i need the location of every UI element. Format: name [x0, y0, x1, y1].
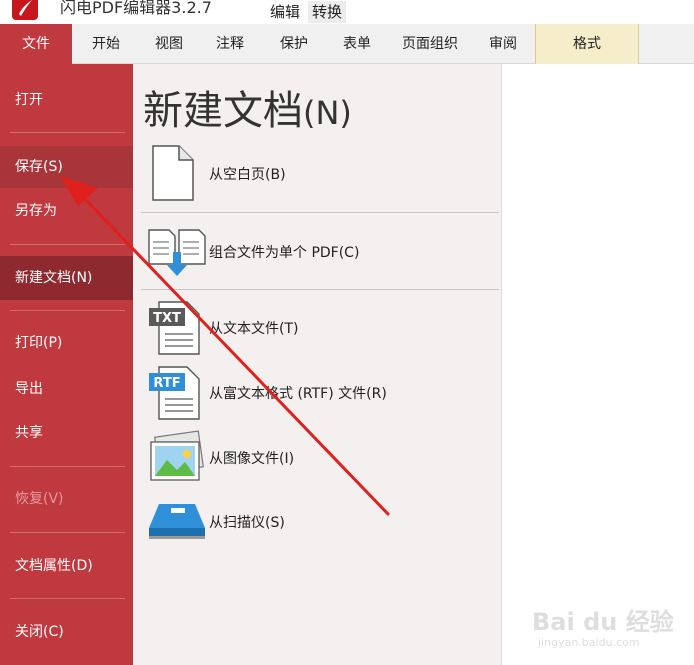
sidebar-document-properties[interactable]: 文档属性(D): [0, 549, 133, 583]
sidebar-print[interactable]: 打印(P): [0, 326, 133, 360]
option-from-text-file-label: 从文本文件(T): [209, 321, 299, 337]
menu-file[interactable]: 文件: [0, 24, 72, 64]
option-from-rtf-file-label: 从富文本格式 (RTF) 文件(R): [209, 386, 387, 402]
option-from-image-file[interactable]: 从图像文件(I): [147, 428, 487, 486]
menu-page-organize[interactable]: 页面组织: [388, 24, 472, 64]
baidu-jingyan-watermark: Bai du 经验 jingyan.baidu.com: [532, 600, 682, 656]
panel-divider: [141, 212, 499, 213]
context-tab-edit[interactable]: 编辑: [266, 1, 304, 23]
preview-area: [501, 64, 694, 665]
blank-page-icon: [147, 144, 207, 202]
sidebar-save-as[interactable]: 另存为: [0, 194, 133, 228]
sidebar-new-document[interactable]: 新建文档(N): [0, 256, 133, 300]
watermark-url: jingyan.baidu.com: [538, 636, 640, 649]
sidebar-divider: [10, 532, 125, 533]
app-title: 闪电PDF编辑器3.2.7: [60, 0, 212, 17]
app-logo-icon: [12, 0, 38, 20]
panel-title-text: 新建文档: [143, 88, 303, 134]
new-document-panel: 新建文档(N) 从空白页(B) 组合文件为单个 PDF(C) TXT 从文本文件…: [133, 64, 501, 665]
text-file-icon: TXT: [147, 298, 207, 356]
file-sidebar: 打开 保存(S) 另存为 新建文档(N) 打印(P) 导出 共享 恢复(V) 文…: [0, 64, 133, 665]
context-tabs: 编辑 转换: [266, 1, 347, 23]
sidebar-divider: [10, 132, 125, 133]
panel-title-mnemonic: (N): [303, 94, 352, 132]
panel-divider: [141, 289, 499, 290]
sidebar-divider: [10, 244, 125, 245]
sidebar-save[interactable]: 保存(S): [0, 146, 133, 188]
image-file-icon: [147, 428, 207, 486]
menu-view[interactable]: 视图: [140, 24, 198, 64]
menu-form[interactable]: 表单: [326, 24, 388, 64]
option-blank-page-label: 从空白页(B): [209, 167, 286, 183]
ribbon-menu-bar: 文件 开始 视图 注释 保护 表单 页面组织 审阅 格式: [0, 24, 694, 64]
text-file-icon-label: TXT: [153, 311, 181, 326]
sidebar-divider: [10, 310, 125, 311]
option-from-text-file[interactable]: TXT 从文本文件(T): [147, 298, 487, 356]
option-from-scanner-label: 从扫描仪(S): [209, 515, 285, 531]
sidebar-close[interactable]: 关闭(C): [0, 615, 133, 649]
option-from-scanner[interactable]: 从扫描仪(S): [147, 492, 487, 550]
menu-protect[interactable]: 保护: [262, 24, 326, 64]
option-from-rtf-file[interactable]: RTF 从富文本格式 (RTF) 文件(R): [147, 363, 487, 421]
option-from-image-file-label: 从图像文件(I): [209, 451, 295, 467]
menu-annotate[interactable]: 注释: [198, 24, 262, 64]
menu-format[interactable]: 格式: [535, 24, 639, 64]
sidebar-divider: [10, 598, 125, 599]
sidebar-export[interactable]: 导出: [0, 372, 133, 406]
rtf-file-icon-label: RTF: [153, 376, 180, 391]
option-blank-page[interactable]: 从空白页(B): [147, 144, 487, 202]
option-combine-files-label: 组合文件为单个 PDF(C): [209, 245, 360, 261]
sidebar-divider: [10, 466, 125, 467]
scanner-icon: [147, 492, 207, 550]
watermark-brand: Bai du 经验: [532, 608, 674, 636]
context-tab-convert[interactable]: 转换: [308, 1, 347, 23]
panel-title: 新建文档(N): [143, 78, 352, 136]
menu-review[interactable]: 审阅: [472, 24, 534, 64]
option-combine-files[interactable]: 组合文件为单个 PDF(C): [147, 222, 487, 280]
sidebar-open[interactable]: 打开: [0, 83, 133, 117]
rtf-file-icon: RTF: [147, 363, 207, 421]
title-bar: 闪电PDF编辑器3.2.7 编辑 转换: [0, 0, 694, 24]
sidebar-share[interactable]: 共享: [0, 416, 133, 450]
combine-files-icon: [147, 222, 207, 280]
menu-start[interactable]: 开始: [72, 24, 140, 64]
sidebar-restore: 恢复(V): [15, 491, 64, 507]
